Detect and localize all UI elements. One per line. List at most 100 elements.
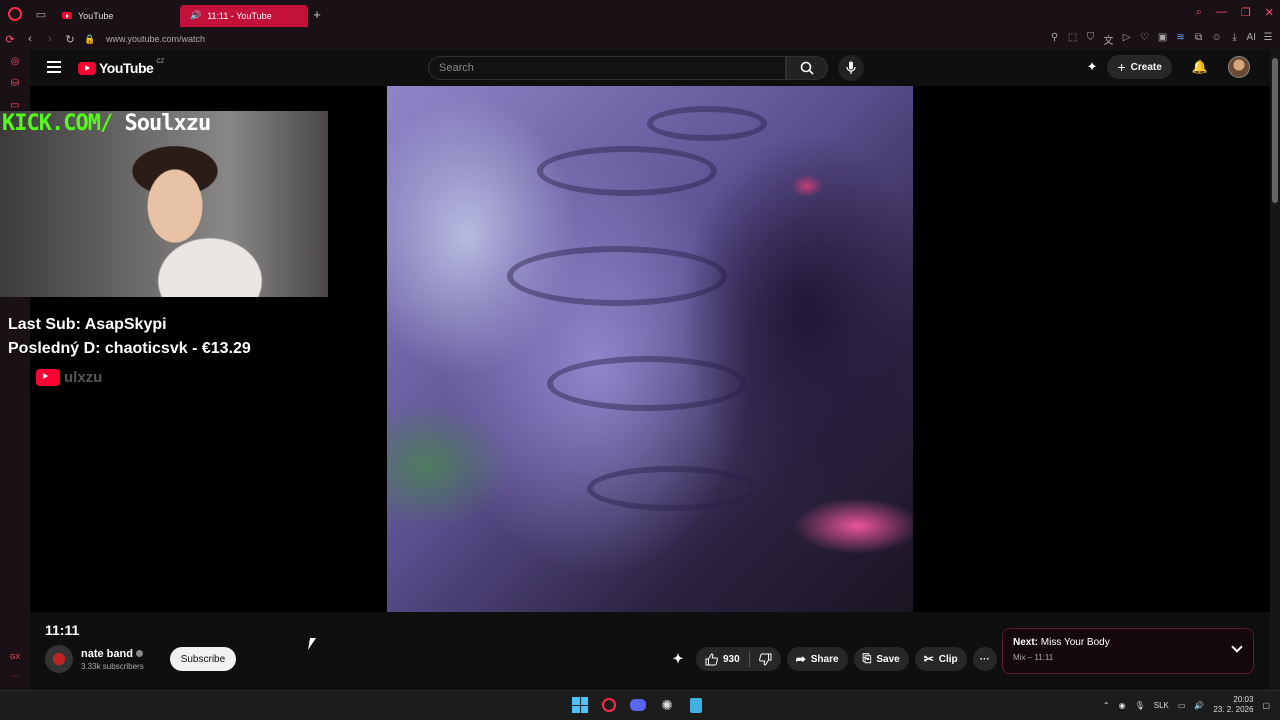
clock-date: 23. 2. 2026 — [1213, 705, 1254, 714]
thumbs-up-icon — [705, 652, 718, 665]
share-icon: ➦ — [795, 652, 806, 666]
back-icon[interactable]: ‹ — [20, 28, 40, 50]
youtube-page: YouTube CZ Search ✦ + Create 🔔 KICK.COM/… — [0, 50, 1280, 690]
forward-icon[interactable]: › — [40, 28, 60, 50]
ask-gemini-button[interactable]: ✦ — [666, 647, 690, 671]
puzzle-icon[interactable]: ⧉ — [1193, 32, 1205, 47]
speaker-icon[interactable]: 🔊 — [190, 10, 201, 21]
next-up-card[interactable]: Next: Miss Your Body Mix – 11:11 — [1002, 628, 1254, 674]
search-icon — [800, 61, 814, 75]
notifications-bell-icon[interactable]: 🔔 — [1192, 59, 1208, 75]
account-avatar[interactable] — [1228, 56, 1250, 78]
video-player[interactable]: KICK.COM/ Soulxzu Last Sub: AsapSkypi Po… — [0, 86, 1270, 612]
logo-text: YouTube — [99, 60, 154, 76]
tray-discord-icon[interactable]: ◉ — [1119, 701, 1126, 710]
clock[interactable]: 20:03 23. 2. 2026 — [1213, 695, 1253, 715]
profile-icon[interactable]: ☺ — [1211, 32, 1223, 47]
notification-center-icon[interactable]: ▢ — [1262, 701, 1270, 710]
stream-alerts: Last Sub: AsapSkypi Posledný D: chaotics… — [8, 313, 251, 361]
subscriber-count: 3.33k subscribers — [81, 661, 144, 671]
tab-youtube[interactable]: YouTube — [52, 5, 180, 27]
search-button[interactable] — [786, 56, 828, 80]
minimize-icon[interactable]: — — [1216, 6, 1227, 19]
plus-icon: + — [1117, 59, 1126, 75]
taskbar-notepad[interactable] — [686, 695, 706, 715]
verified-icon — [135, 649, 143, 657]
youtube-handle-text: ulxzu — [64, 369, 103, 386]
chatgpt-icon: ✺ — [661, 696, 673, 713]
close-icon[interactable]: ✕ — [1265, 6, 1274, 19]
like-button[interactable]: 930 — [696, 647, 749, 671]
sidebar-aria-icon[interactable]: ◎ — [0, 50, 30, 72]
youtube-logo[interactable]: YouTube CZ — [78, 59, 165, 76]
sidebar-more-icon[interactable]: ··· — [0, 673, 30, 680]
share-button[interactable]: ➦ Share — [786, 647, 848, 671]
gemini-icon[interactable]: ✦ — [1087, 59, 1098, 75]
video-actions: ✦ 930 ➦ Share ⎘ Save ✂ Clip ··· — [666, 647, 997, 671]
page-scrollbar[interactable] — [1270, 50, 1280, 690]
system-tray: ⌃ ◉ 🎙 SLK ▭ 🔊 20:03 23. 2. 2026 ▢ — [1103, 695, 1270, 715]
browser-tab-bar: ▭ YouTube 🔊 11:11 - YouTube + ⌕ — ❐ ✕ — [0, 0, 1280, 28]
tray-overflow-icon[interactable]: ⌃ — [1103, 701, 1110, 710]
pin-icon[interactable]: ⚲ — [1049, 32, 1061, 47]
start-button[interactable] — [570, 695, 590, 715]
subscribe-button[interactable]: Subscribe — [169, 647, 237, 671]
maximize-icon[interactable]: ❐ — [1241, 6, 1251, 19]
tab-label: YouTube — [78, 10, 114, 21]
last-donation-text: Posledný D: chaoticsvk - €13.29 — [8, 340, 251, 357]
notepad-icon — [690, 697, 702, 713]
extension-icon[interactable]: ▣ — [1157, 32, 1169, 47]
windows-logo-icon — [572, 697, 588, 713]
new-tab-button[interactable]: + — [308, 7, 326, 22]
video-frame[interactable] — [387, 86, 913, 612]
reload-sync-icon[interactable]: ⟳ — [0, 28, 20, 50]
voice-search-button[interactable] — [838, 55, 864, 81]
play-icon[interactable]: ▷ — [1121, 32, 1133, 47]
youtube-handle: ulxzu — [36, 369, 102, 386]
sidebar-bag-icon[interactable]: ⛁ — [0, 72, 30, 94]
windows-taskbar: ✺ ⌃ ◉ 🎙 SLK ▭ 🔊 20:03 23. 2. 2026 ▢ — [0, 690, 1280, 720]
download-icon[interactable]: ⤓ — [1229, 32, 1241, 47]
taskbar-discord[interactable] — [628, 695, 648, 715]
channel-avatar[interactable] — [45, 645, 73, 673]
menu-icon[interactable]: ☰ — [1262, 32, 1274, 47]
taskbar-chatgpt[interactable]: ✺ — [657, 695, 677, 715]
country-code: CZ — [156, 59, 165, 65]
opera-menu-icon[interactable] — [0, 0, 30, 28]
save-button[interactable]: ⎘ Save — [853, 647, 909, 671]
hamburger-menu-icon[interactable] — [47, 61, 61, 73]
snapshot-icon[interactable]: ⬚ — [1067, 32, 1079, 47]
thumbs-down-icon — [758, 653, 772, 666]
clip-button[interactable]: ✂ Clip — [914, 647, 967, 671]
address-bar: ⟳ ‹ › ↻ 🔒 www.youtube.com/watch ⚲ ⬚ ⛉ 文 … — [0, 28, 1280, 50]
more-actions-button[interactable]: ··· — [972, 647, 997, 671]
url-field[interactable]: www.youtube.com/watch — [106, 34, 205, 44]
share-label: Share — [810, 653, 839, 665]
translate-icon[interactable]: 文 — [1103, 32, 1115, 47]
kick-name: Soulxzu — [124, 111, 211, 136]
search-tabs-icon[interactable]: ⌕ — [1196, 6, 1202, 19]
taskbar-opera-gx[interactable] — [599, 695, 619, 715]
tab-islands-icon[interactable]: ▭ — [30, 0, 52, 28]
ai-button[interactable]: AI — [1247, 32, 1256, 47]
search-input[interactable]: Search — [428, 56, 786, 80]
sidebar-gx-label[interactable]: GX — [0, 654, 30, 661]
wave-icon[interactable]: ≋ — [1175, 32, 1187, 47]
heart-icon[interactable]: ♡ — [1139, 32, 1151, 47]
discord-icon — [630, 699, 646, 711]
tab-youtube-active[interactable]: 🔊 11:11 - YouTube — [180, 4, 308, 27]
save-label: Save — [876, 653, 900, 665]
clip-label: Clip — [938, 653, 958, 665]
shield-icon[interactable]: ⛉ — [1085, 32, 1097, 47]
dislike-button[interactable] — [750, 647, 781, 671]
tray-mic-icon[interactable]: 🎙 — [1135, 701, 1145, 710]
network-icon[interactable]: ▭ — [1178, 701, 1186, 710]
next-title: Miss Your Body — [1040, 637, 1110, 648]
create-button[interactable]: + Create — [1107, 55, 1172, 79]
volume-icon[interactable]: 🔊 — [1194, 701, 1204, 710]
language-indicator[interactable]: SLK — [1154, 701, 1169, 710]
channel-name[interactable]: nate band — [81, 648, 144, 660]
refresh-icon[interactable]: ↻ — [60, 28, 80, 50]
next-subtitle: Mix – 11:11 — [1013, 653, 1054, 662]
lock-icon: 🔒 — [84, 33, 96, 44]
